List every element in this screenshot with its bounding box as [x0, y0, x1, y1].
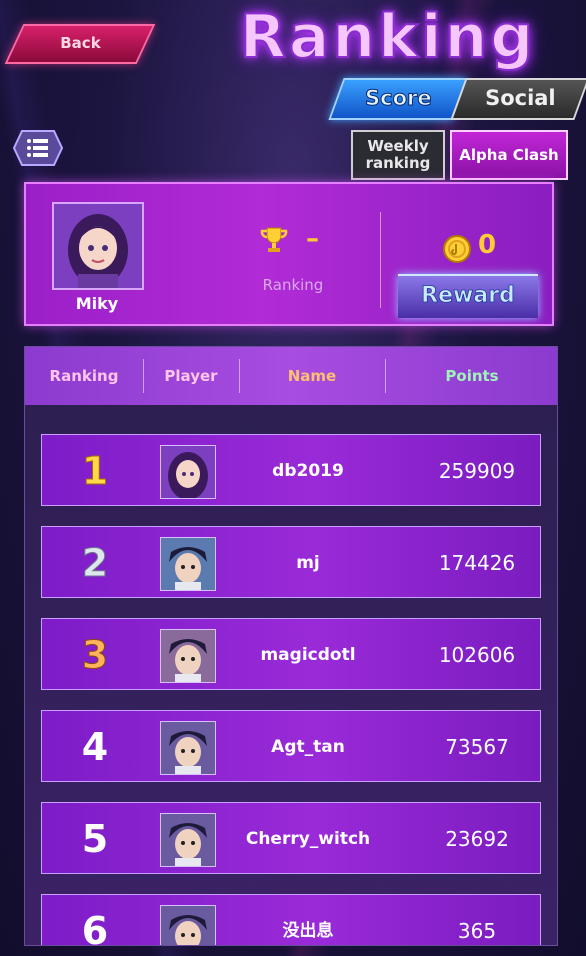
my-rank-value: –: [306, 224, 319, 254]
coin-icon: [442, 234, 472, 268]
subtab-weekly-ranking[interactable]: Weekly ranking: [351, 130, 445, 180]
my-rank-label: Ranking: [262, 276, 324, 294]
tab-score[interactable]: Score: [328, 78, 468, 120]
row-points: 174426: [438, 551, 516, 575]
table-row[interactable]: 3 magicdotl 102606: [41, 618, 541, 690]
table-row[interactable]: 5 Cherry_witch 23692: [41, 802, 541, 874]
table-row[interactable]: 1 db2019 259909: [41, 434, 541, 506]
player-avatar: [160, 537, 216, 591]
tab-score-label: Score: [365, 86, 433, 111]
tab-social[interactable]: Social: [450, 78, 586, 120]
row-player-name: Cherry_witch: [245, 829, 371, 849]
tab-social-label: Social: [485, 86, 556, 110]
row-player-name: magicdotl: [260, 645, 356, 665]
row-player-name: Agt_tan: [271, 737, 345, 757]
leaderboard-table: Ranking Player Name Points 1 db2019 2599…: [24, 346, 558, 946]
player-avatar: [160, 721, 216, 775]
row-player-name: 没出息: [282, 921, 334, 941]
row-rank: 5: [81, 817, 109, 861]
row-rank: 1: [81, 449, 109, 494]
table-row[interactable]: 6 没出息 365: [41, 894, 541, 946]
coin-count: 0: [478, 230, 497, 260]
row-rank: 2: [81, 541, 109, 586]
subtab-alpha-clash[interactable]: Alpha Clash: [450, 130, 568, 180]
header-name: Name: [287, 367, 337, 385]
player-avatar: [160, 445, 216, 499]
menu-icon[interactable]: [12, 129, 64, 167]
row-rank: 6: [81, 909, 109, 946]
row-player-name: mj: [296, 553, 320, 573]
header-player: Player: [164, 367, 218, 385]
my-avatar: [52, 202, 144, 290]
reward-button[interactable]: Reward: [398, 274, 538, 318]
row-rank: 4: [81, 725, 109, 769]
row-points: 102606: [438, 643, 516, 667]
my-rank-card: Miky – Ranking 0 Reward: [24, 182, 554, 326]
row-player-name: db2019: [272, 461, 344, 481]
player-avatar: [160, 813, 216, 867]
reward-button-label: Reward: [421, 283, 515, 309]
page-title: Ranking: [239, 1, 537, 73]
row-points: 365: [457, 919, 497, 943]
header-ranking: Ranking: [49, 367, 119, 385]
table-row[interactable]: 4 Agt_tan 73567: [41, 710, 541, 782]
player-avatar: [160, 905, 216, 945]
row-points: 23692: [445, 827, 509, 851]
table-row[interactable]: 2 mj 174426: [41, 526, 541, 598]
header-points: Points: [445, 367, 499, 385]
row-rank: 3: [81, 633, 109, 678]
back-button[interactable]: Back: [4, 24, 156, 64]
row-points: 73567: [445, 735, 509, 759]
trophy-icon: [258, 224, 290, 260]
back-button-label: Back: [60, 34, 101, 52]
row-points: 259909: [438, 459, 516, 483]
divider: [380, 212, 381, 308]
player-avatar: [160, 629, 216, 683]
table-header: Ranking Player Name Points: [25, 347, 557, 405]
my-player-name: Miky: [75, 294, 119, 313]
